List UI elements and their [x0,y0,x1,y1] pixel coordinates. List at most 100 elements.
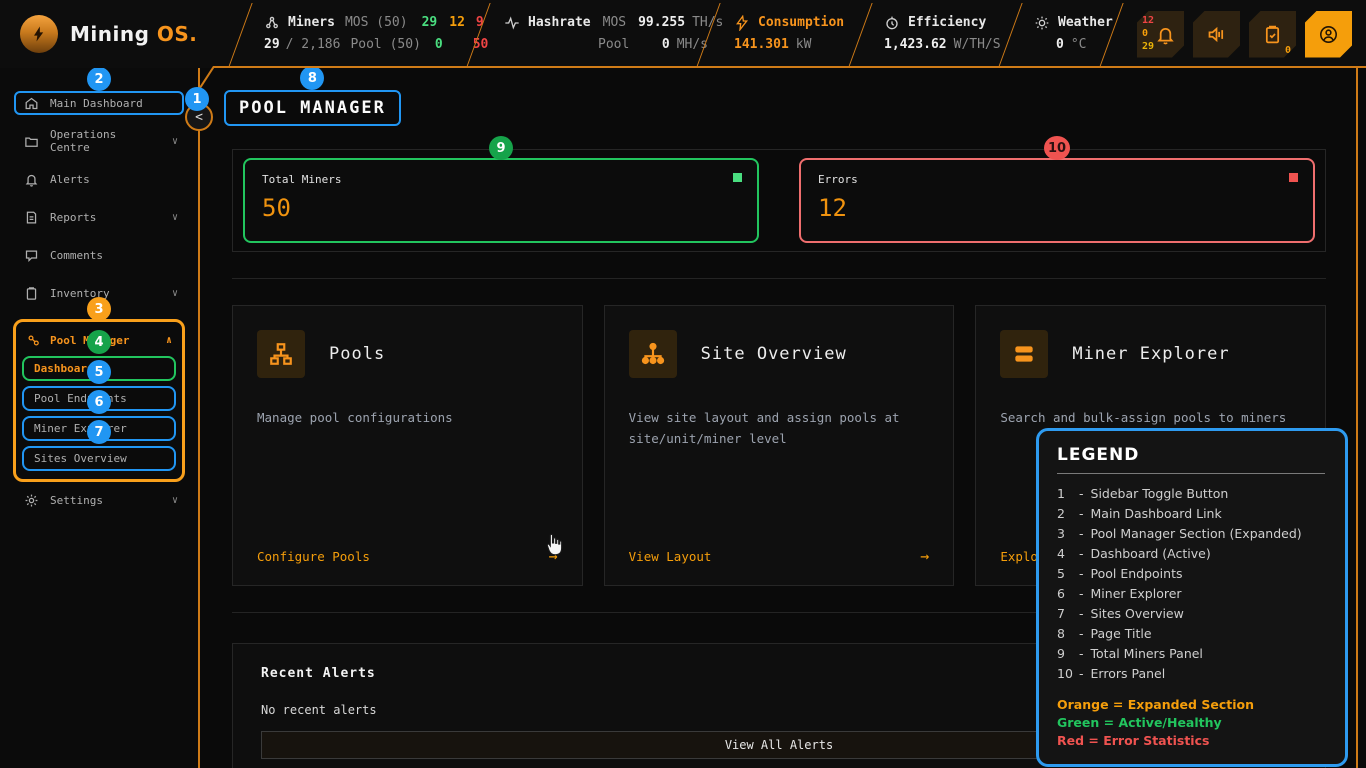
sidebar-subitem-sites-overview[interactable]: 7 Sites Overview [22,446,176,471]
errors-label: Errors [818,173,1296,186]
efficiency-label: Efficiency [908,15,986,31]
chevron-left-icon: < [195,110,203,125]
legend-item: 1-Sidebar Toggle Button [1057,484,1325,504]
miners-mos-label: MOS (50) [345,15,408,31]
legend-item: 7-Sites Overview [1057,604,1325,624]
efficiency-value: 1,423.62 [884,37,947,53]
card-title: Miner Explorer [1072,344,1229,364]
card-description: View site layout and assign pools at sit… [629,408,930,449]
hashrate-pool-value: 0 [662,37,670,53]
miners-total-count: / 2,186 [286,37,341,53]
card-description: Search and bulk-assign pools to miners [1000,408,1301,429]
annotation-badge-2: 2 [87,67,111,91]
consumption-icon [734,15,750,31]
sidebar-subitem-label: Pool Endpoints [34,392,127,405]
green-status-square-icon [733,173,742,182]
home-icon [24,96,39,111]
legend-item: 9-Total Miners Panel [1057,644,1325,664]
view-layout-link[interactable]: View Layout → [629,547,930,565]
sitemap-icon [257,330,305,378]
card-action-label: View Layout [629,549,712,564]
chevron-down-icon: ∨ [172,495,178,506]
legend-color-keys: Orange = Expanded Section Green = Active… [1057,696,1325,750]
legend-item: 3-Pool Manager Section (Expanded) [1057,524,1325,544]
card-action-label: Configure Pools [257,549,370,564]
badge-warning-count: 0 [1142,27,1154,40]
arrow-right-icon: → [549,547,558,565]
annotation-badge-10: 10 [1044,136,1070,160]
hashrate-icon [504,15,520,31]
pools-card[interactable]: Pools Manage pool configurations Configu… [232,305,583,586]
sidebar-item-settings[interactable]: Settings ∨ [14,488,184,512]
errors-panel: 10 Errors 12 [799,158,1315,243]
header-stat-weather: Weather 0 °C [1010,0,1112,68]
sidebar-subitem-label: Miner Explorer [34,422,127,435]
sidebar-item-label: Settings [50,494,103,507]
miners-pool-label: Pool (50) [350,37,420,53]
site-overview-card[interactable]: Site Overview View site layout and assig… [604,305,955,586]
annotation-badge-6: 6 [87,390,111,414]
app-logo: Mining OS. [0,0,240,68]
app-title: Mining OS. [70,22,197,46]
server-stack-icon [1000,330,1048,378]
sidebar-section-pool-manager: 3 Pool Manager ∧ 4 Dashboard 5 Pool Endp… [13,319,185,482]
header-stat-miners: Miners MOS (50) 29 12 9 29 / 2,186 Pool … [240,0,478,68]
tasks-badge-count: 0 [1285,45,1291,56]
header-stat-consumption: Consumption 141.301 kW [708,0,860,68]
view-all-alerts-label: View All Alerts [725,738,833,752]
section-divider [232,278,1326,279]
weather-unit: °C [1071,37,1087,53]
sidebar-item-label: Alerts [50,173,90,186]
configure-pools-link[interactable]: Configure Pools → [257,547,558,565]
legend-item: 8-Page Title [1057,624,1325,644]
total-miners-label: Total Miners [262,173,740,186]
miners-label: Miners [288,15,335,31]
page-title: POOL MANAGER [239,98,386,118]
sidebar-item-reports[interactable]: Reports ∨ [14,205,184,229]
efficiency-unit: W/TH/S [954,37,1001,53]
sidebar-item-comments[interactable]: Comments [14,243,184,267]
content-frame-right-border [1356,66,1358,768]
chevron-down-icon: ∨ [172,288,178,299]
sidebar-item-label: Comments [50,249,103,262]
sidebar-item-label: Reports [50,211,96,224]
miners-pool-ok: 0 [435,37,443,53]
annotation-badge-3: 3 [87,297,111,321]
chevron-down-icon: ∨ [172,212,178,223]
annotation-badge-5: 5 [87,360,111,384]
consumption-value: 141.301 [734,37,789,53]
sidebar-item-main-dashboard[interactable]: 2 Main Dashboard [14,91,184,115]
arrow-right-icon: → [920,547,929,565]
annotation-badge-8: 8 [300,68,324,90]
weather-icon [1034,15,1050,31]
badge-info-count: 29 [1142,40,1154,53]
legend-item: 4-Dashboard (Active) [1057,544,1325,564]
sidebar-item-label: Operations Centre [50,128,161,154]
errors-value: 12 [818,194,1296,222]
user-account-button[interactable] [1305,11,1352,58]
stats-row: 9 Total Miners 50 10 Errors 12 [232,149,1326,252]
card-description: Manage pool configurations [257,408,558,429]
mute-sounds-button[interactable] [1193,11,1240,58]
bell-icon [1155,24,1176,45]
comment-icon [24,248,39,263]
sidebar-item-operations-centre[interactable]: Operations Centre ∨ [14,129,184,153]
speaker-icon [1206,24,1227,45]
hashrate-pool-label: Pool [598,37,629,53]
mining-os-app: Mining OS. Miners MOS (50) 29 12 9 29 / … [0,0,1366,768]
app-title-text: Mining [70,22,149,46]
sidebar-subitem-label: Dashboard [34,362,94,375]
weather-label: Weather [1058,15,1113,31]
notifications-button[interactable]: 12 0 29 [1137,11,1184,58]
sidebar-subitem-label: Sites Overview [34,452,127,465]
header-buttons: 12 0 29 0 [1112,0,1366,68]
legend-key-orange: Orange = Expanded Section [1057,696,1325,714]
legend-title: LEGEND [1057,445,1325,465]
tasks-button[interactable]: 0 [1249,11,1296,58]
clipboard-check-icon [1262,24,1283,45]
sidebar-item-alerts[interactable]: Alerts [14,167,184,191]
annotation-badge-7: 7 [87,420,111,444]
miners-icon [264,15,280,31]
logo-bolt-icon [20,15,58,53]
card-title: Site Overview [701,344,847,364]
